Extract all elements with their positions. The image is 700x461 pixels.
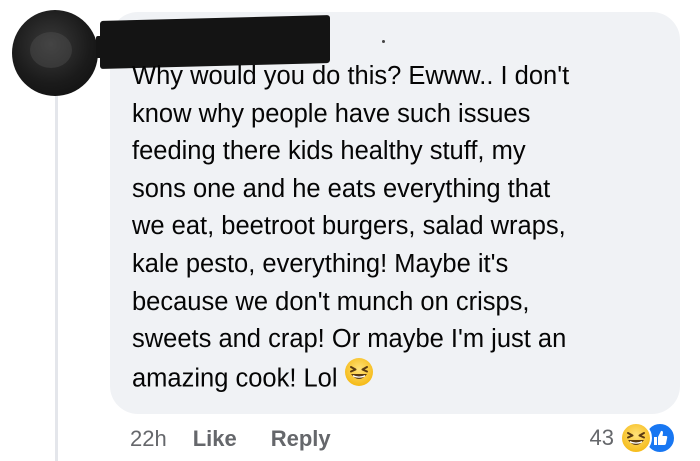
reaction-summary[interactable]: 43 (590, 420, 678, 456)
comment-line: we eat, beetroot burgers, salad wraps, (132, 212, 566, 241)
reply-button[interactable]: Reply (271, 426, 331, 452)
like-button[interactable]: Like (193, 426, 237, 452)
comment-line-last: amazing cook! Lol (132, 357, 672, 401)
reaction-icons (620, 421, 678, 455)
haha-reaction-icon (620, 422, 652, 459)
speck (382, 40, 385, 43)
comment-line: feeding there kids healthy stuff, my (132, 137, 526, 166)
comment-actions: 22h Like Reply (130, 424, 365, 454)
avatar-shade (30, 32, 72, 68)
thread-line (55, 78, 58, 461)
avatar[interactable] (12, 10, 98, 96)
laughing-face-icon (344, 357, 374, 399)
comment-line: sons one and he eats everything that (132, 174, 551, 203)
comment-line: kale pesto, everything! Maybe it's (132, 249, 509, 278)
comment-line: know why people have such issues (132, 99, 531, 128)
reaction-count: 43 (589, 425, 614, 450)
comment-line: amazing cook! Lol (132, 364, 338, 393)
comment-line: because we don't munch on crisps, (132, 287, 530, 316)
comment-text: Why would you do this? Ewww.. I don't kn… (132, 58, 672, 400)
comment-line: Why would you do this? Ewww.. I don't (132, 62, 570, 90)
comment-line: sweets and crap! Or maybe I'm just an (132, 325, 567, 354)
comment-timestamp[interactable]: 22h (130, 426, 167, 452)
